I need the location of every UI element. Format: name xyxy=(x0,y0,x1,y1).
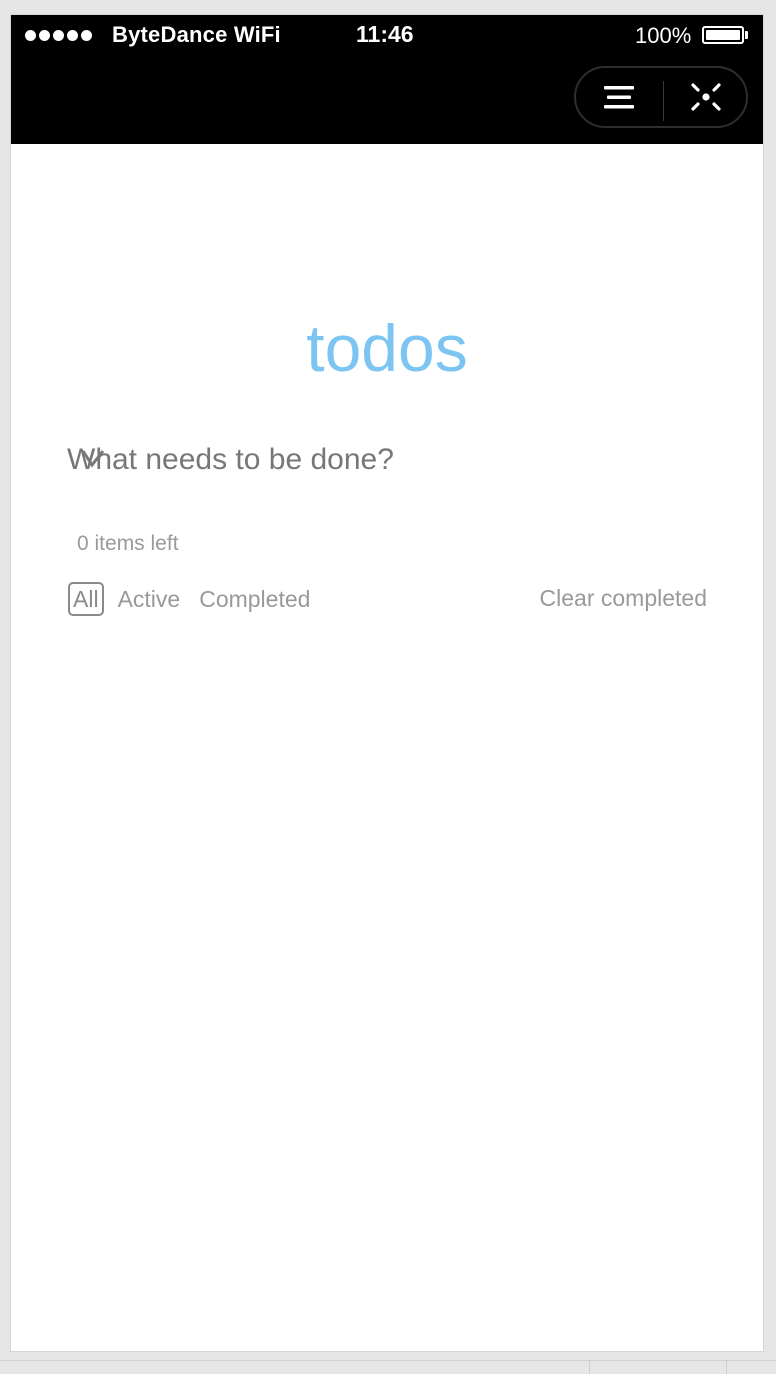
carrier-name: ByteDance WiFi xyxy=(112,22,281,47)
navigation-bar xyxy=(11,57,763,144)
menu-button[interactable] xyxy=(576,68,662,126)
bottom-tick xyxy=(589,1360,590,1374)
bottom-divider xyxy=(0,1360,776,1361)
filter-list: All Active Completed xyxy=(68,582,324,616)
battery-percentage: 100% xyxy=(635,23,692,48)
battery-icon xyxy=(702,26,744,44)
close-button[interactable] xyxy=(664,68,748,126)
page-title: todos xyxy=(306,311,468,385)
todo-app: todos 0 items left All Active Completed … xyxy=(11,144,763,1351)
filter-active[interactable]: Active xyxy=(113,582,186,616)
menu-icon xyxy=(604,86,634,109)
signal-strength-icon xyxy=(25,30,92,41)
battery-tip xyxy=(745,31,748,39)
filter-completed[interactable]: Completed xyxy=(194,582,315,616)
mini-program-capsule xyxy=(574,66,748,128)
bottom-tick xyxy=(726,1360,727,1374)
close-circle-icon xyxy=(691,83,721,111)
status-time: 11:46 xyxy=(356,21,414,47)
clear-completed-button[interactable]: Clear completed xyxy=(540,585,707,612)
new-todo-input[interactable] xyxy=(67,436,707,484)
filter-all[interactable]: All xyxy=(68,582,104,616)
phone-frame: ByteDance WiFi 11:46 100% todos What nee… xyxy=(11,15,763,1351)
items-left-count: 0 items left xyxy=(77,532,179,555)
status-bar: ByteDance WiFi 11:46 100% xyxy=(11,15,763,57)
